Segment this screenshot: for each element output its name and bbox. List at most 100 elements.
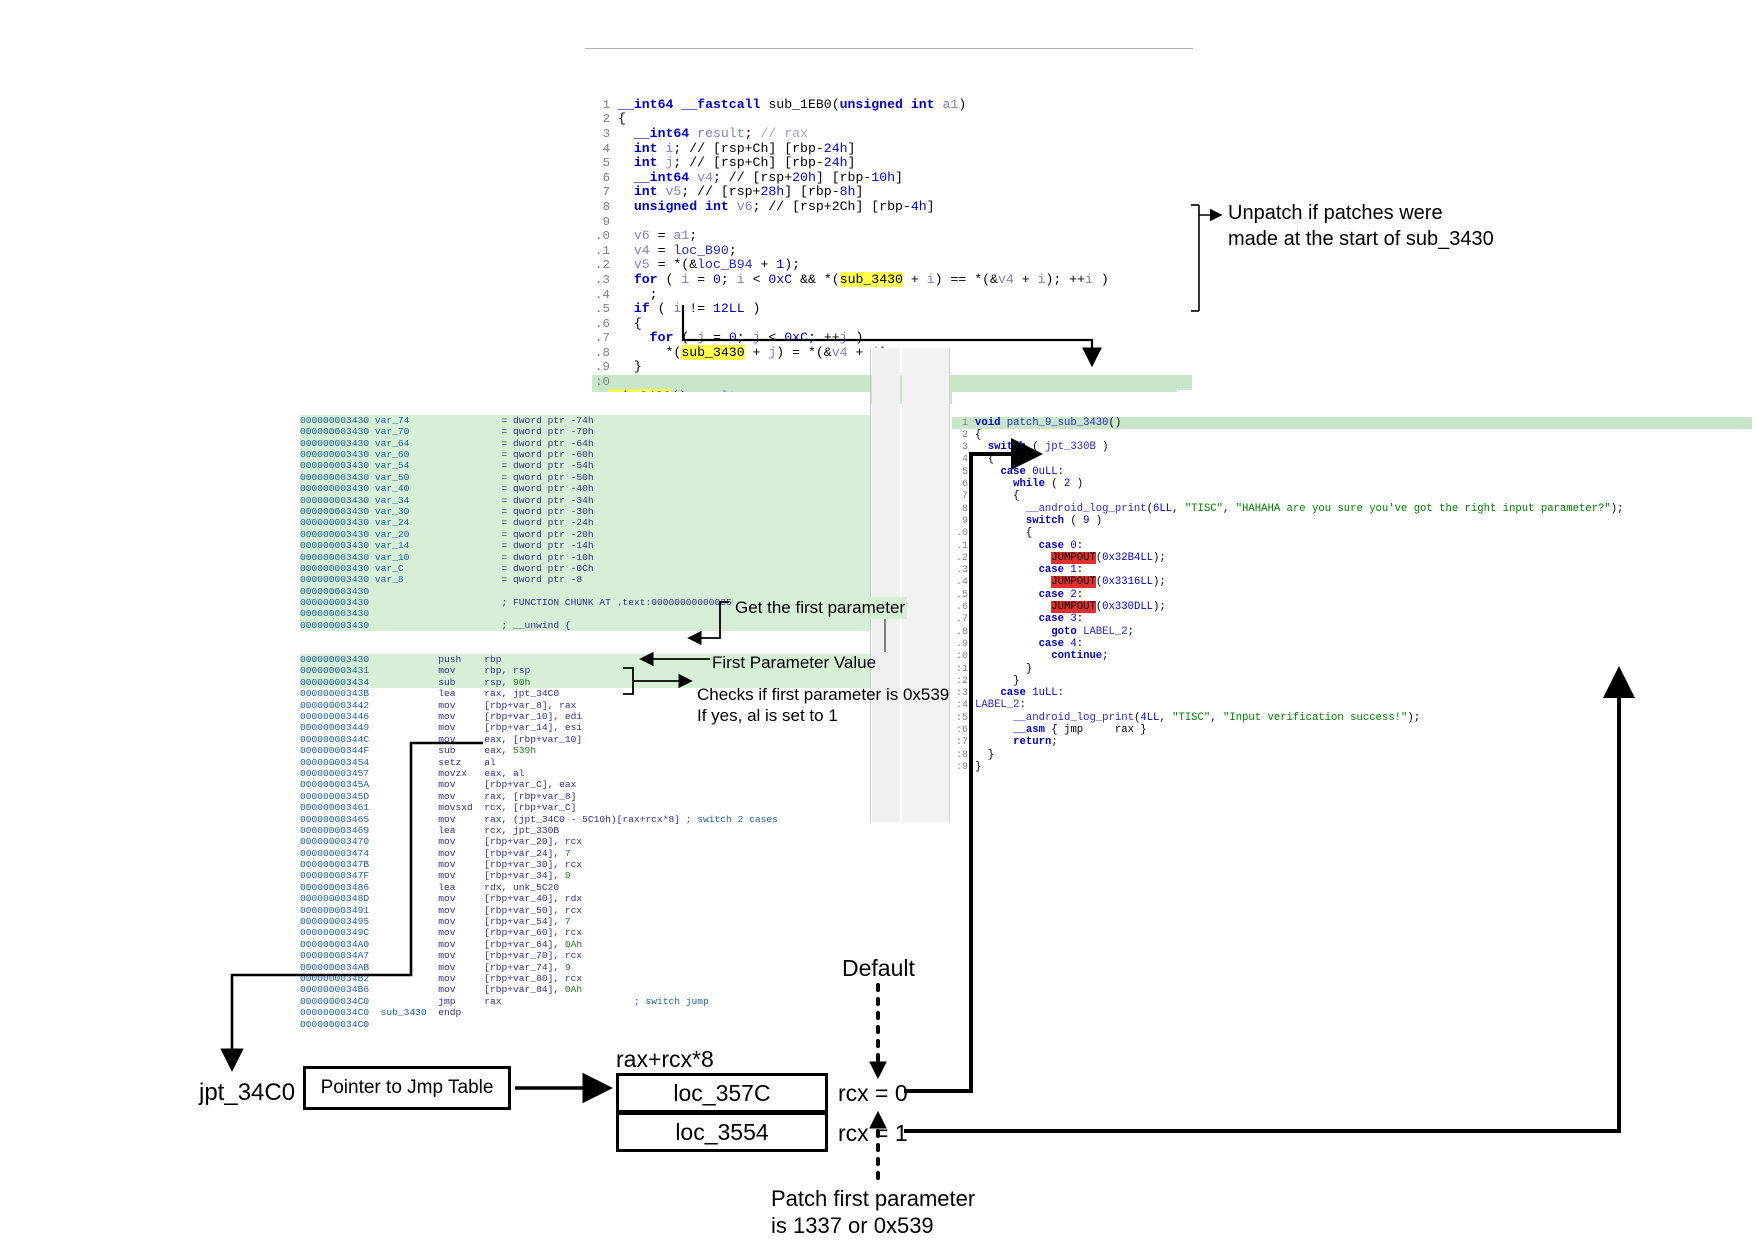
- pseudocode-line[interactable]: :3 case 1uLL:: [952, 687, 1752, 699]
- pseudocode-line[interactable]: :1 }: [952, 663, 1752, 675]
- disassembly-instruction-row[interactable]: 000000003454 setz al: [300, 757, 870, 768]
- pseudocode-line[interactable]: .7 for ( j = 0; j < 0xC; ++j ): [592, 330, 1192, 346]
- pseudocode-line[interactable]: 6 while ( 2 ): [931, 478, 1752, 490]
- disassembly-var-row[interactable]: 000000003430 var_50 = qword ptr -50h: [300, 472, 870, 483]
- disassembly-var-row[interactable]: 000000003430 ; __unwind {: [300, 620, 870, 631]
- pseudocode-line[interactable]: 9: [592, 215, 1192, 230]
- pseudocode-line[interactable]: .6 JUMPOUT(0x330DLL);: [931, 601, 1752, 614]
- disassembly-instruction-row[interactable]: 000000003461 movsxd rcx, [rbp+var_C]: [300, 802, 870, 813]
- pseudocode-panel-sub1EB0[interactable]: 1 __int64 __fastcall sub_1EB0(unsigned in…: [585, 48, 1193, 418]
- disassembly-var-row[interactable]: 000000003430 var_64 = dword ptr -64h: [300, 438, 870, 449]
- jmp-table-row-1[interactable]: loc_3554: [616, 1112, 828, 1152]
- disassembly-var-row[interactable]: 000000003430 var_74 = dword ptr -74h: [300, 415, 870, 426]
- pseudocode-line[interactable]: 2{: [592, 112, 1192, 127]
- disassembly-instruction-row[interactable]: 000000003491 mov [rbp+var_50], rcx: [300, 905, 870, 916]
- disassembly-var-row[interactable]: 000000003430 var_14 = dword ptr -14h: [300, 540, 870, 551]
- disassembly-var-row[interactable]: 000000003430 var_24 = dword ptr -24h: [300, 517, 870, 528]
- disassembly-var-row[interactable]: 000000003430 var_30 = qword ptr -30h: [300, 506, 870, 517]
- disassembly-var-row[interactable]: 000000003430 var_60 = qword ptr -60h: [300, 449, 870, 460]
- disassembly-var-row[interactable]: 000000003430 var_40 = qword ptr -40h: [300, 483, 870, 494]
- pseudocode-line[interactable]: :6 __asm { jmp rax }: [931, 724, 1752, 736]
- disassembly-instruction-row[interactable]: 0000000034AB mov [rbp+var_74], 9: [300, 962, 870, 973]
- pseudocode-line[interactable]: 5 case 0uLL:: [952, 466, 1752, 478]
- disassembly-var-row[interactable]: 000000003430 var_8 = qword ptr -8: [300, 574, 870, 585]
- disassembly-instruction-row[interactable]: 000000003486 lea rdx, unk_5C20: [300, 882, 870, 893]
- disassembly-instruction-row[interactable]: 00000000344C mov eax, [rbp+var_10]: [300, 734, 870, 745]
- address: 000000003430: [300, 597, 370, 609]
- pseudocode-line[interactable]: 8 __android_log_print(6LL, "TISC", "HAHA…: [931, 503, 1752, 515]
- disassembly-instruction-row[interactable]: 000000003465 mov rax, (jpt_34C0 - 5C10h)…: [300, 814, 870, 825]
- pseudocode-line[interactable]: :0 continue;: [931, 650, 1752, 662]
- disassembly-instruction-row[interactable]: 00000000347F mov [rbp+var_34], 9: [300, 870, 870, 881]
- pseudocode-line[interactable]: .0 {: [952, 527, 1752, 539]
- disassembly-instruction-row[interactable]: 000000003470 mov [rbp+var_20], rcx: [300, 836, 870, 847]
- pseudocode-line[interactable]: 4 {: [952, 453, 1752, 465]
- disassembly-var-row[interactable]: 000000003430: [300, 586, 870, 597]
- disassembly-var-row[interactable]: 000000003430 var_54 = dword ptr -54h: [300, 460, 870, 471]
- disassembly-var-row[interactable]: 000000003430 var_34 = dword ptr -34h: [300, 495, 870, 506]
- pseudocode-line[interactable]: .4 ;: [592, 287, 1192, 303]
- pseudocode-line[interactable]: .2 v5 = *(&loc_B94 + 1);: [592, 258, 1192, 273]
- pseudocode-line[interactable]: .2 JUMPOUT(0x32B4LL);: [931, 551, 1752, 564]
- disassembly-instruction-row[interactable]: 00000000345D mov rax, [rbp+var_8]: [300, 791, 870, 802]
- panel-top-divider: [585, 48, 1193, 49]
- pseudocode-line[interactable]: 2{: [952, 429, 1752, 441]
- pseudocode-line[interactable]: :2 }: [952, 675, 1752, 687]
- pseudocode-line[interactable]: .4 JUMPOUT(0x3316LL);: [931, 576, 1752, 589]
- line-number: 7: [602, 185, 610, 200]
- pseudocode-line[interactable]: .9 case 4:: [952, 638, 1752, 650]
- disassembly-var-row[interactable]: 000000003430 var_C = dword ptr -0Ch: [300, 563, 870, 574]
- disassembly-instruction-row[interactable]: 000000003457 movzx eax, al: [300, 768, 870, 779]
- pseudocode-line[interactable]: 1 void patch_9_sub_3430(): [952, 416, 1752, 429]
- pseudocode-line[interactable]: .1 v4 = loc_B90;: [592, 243, 1192, 259]
- pseudocode-line[interactable]: .3 for ( i = 0; i < 0xC && *(sub_3430 + …: [592, 271, 1192, 288]
- pseudocode-line[interactable]: :4 LABEL_2:: [952, 699, 1752, 711]
- pointer-to-jmp-table-box[interactable]: Pointer to Jmp Table: [303, 1066, 511, 1110]
- pseudocode-line[interactable]: .3 case 1:: [952, 564, 1752, 576]
- disassembly-instruction-row[interactable]: 00000000345A mov [rbp+var_C], eax: [300, 779, 870, 790]
- disassembly-instruction-row[interactable]: 00000000347B mov [rbp+var_30], rcx: [300, 859, 870, 870]
- pseudocode-line[interactable]: 7 int v5; // [rsp+28h] [rbp-8h]: [592, 185, 1192, 200]
- pseudocode-line[interactable]: 5 int j; // [rsp+Ch] [rbp-24h]: [592, 155, 1192, 171]
- pseudocode-line[interactable]: :5 __android_log_print(4LL, "TISC", "Inp…: [931, 712, 1752, 724]
- instruction-label: [381, 893, 439, 904]
- pseudocode-panel-patch9sub3430[interactable]: 1 void patch_9_sub_3430() 2{3 switch ( jpt…: [931, 392, 1752, 773]
- pseudocode-line[interactable]: .8 goto LABEL_2;: [931, 626, 1752, 638]
- disassembly-var-row[interactable]: 000000003430 var_70 = qword ptr -70h: [300, 426, 870, 437]
- disassembly-instruction-row[interactable]: 0000000034C0: [300, 1019, 870, 1030]
- pseudocode-line[interactable]: 3 switch ( jpt_330B ): [931, 441, 1752, 453]
- pseudocode-line[interactable]: 7 {: [952, 490, 1752, 502]
- disassembly-var-row[interactable]: 000000003430 var_20 = qword ptr -20h: [300, 529, 870, 540]
- pseudocode-line[interactable]: 8 unsigned int v6; // [rsp+2Ch] [rbp-4h]: [592, 199, 1192, 215]
- pseudocode-line[interactable]: 6 __int64 v4; // [rsp+20h] [rbp-10h]: [592, 170, 1192, 186]
- pseudocode-line[interactable]: .0 v6 = a1;: [592, 228, 1192, 244]
- line-number: .4: [595, 287, 610, 302]
- disassembly-instruction-row[interactable]: 0000000034A7 mov [rbp+var_70], rcx: [300, 950, 870, 961]
- pseudocode-line[interactable]: 1 __int64 __fastcall sub_1EB0(unsigned in…: [592, 97, 1192, 113]
- pseudocode-line[interactable]: .1 case 0:: [952, 540, 1752, 552]
- disassembly-instruction-row[interactable]: 000000003469 lea rcx, jpt_330B: [300, 825, 870, 836]
- pseudocode-line[interactable]: .6 {: [592, 316, 1192, 332]
- disassembly-instruction-row[interactable]: 0000000034C0 sub_3430 endp: [300, 1007, 870, 1018]
- disassembly-instruction-row[interactable]: 00000000348D mov [rbp+var_40], rdx: [300, 893, 870, 904]
- pseudocode-line[interactable]: :7 return;: [931, 736, 1752, 748]
- disassembly-var-row[interactable]: 000000003430 var_10 = dword ptr -10h: [300, 552, 870, 563]
- pseudocode-line[interactable]: 9 switch ( 9 ): [931, 515, 1752, 527]
- pseudocode-line[interactable]: .7 case 3:: [952, 613, 1752, 625]
- pseudocode-line[interactable]: :8 }: [952, 749, 1752, 761]
- disassembly-instruction-row[interactable]: 0000000034B6 mov [rbp+var_84], 0Ah: [300, 984, 870, 995]
- disassembly-instruction-row[interactable]: 000000003474 mov [rbp+var_24], 7: [300, 848, 870, 859]
- pseudocode-line[interactable]: 4 int i; // [rsp+Ch] [rbp-24h]: [592, 141, 1192, 157]
- jmp-table-row-0[interactable]: loc_357C: [616, 1073, 828, 1113]
- diagram-canvas: 1 __int64 __fastcall sub_1EB0(unsigned in…: [0, 0, 1756, 1240]
- pseudocode-line[interactable]: .5 if ( i != 12LL ): [592, 301, 1192, 317]
- pseudocode-line[interactable]: :9}: [931, 761, 1752, 773]
- disassembly-instruction-row[interactable]: 0000000034B2 mov [rbp+var_80], rcx: [300, 973, 870, 984]
- disassembly-instruction-row[interactable]: 0000000034C0 jmp rax ; switch jump: [300, 996, 870, 1007]
- pseudocode-line[interactable]: 3 __int64 result; // rax: [592, 126, 1192, 142]
- disassembly-instruction-row[interactable]: 00000000349C mov [rbp+var_60], rcx: [300, 927, 870, 938]
- disassembly-instruction-row[interactable]: 0000000034A0 mov [rbp+var_64], 0Ah: [300, 939, 870, 950]
- pseudocode-line[interactable]: .5 case 2:: [952, 589, 1752, 601]
- disassembly-instruction-row[interactable]: 00000000344F sub eax, 539h: [300, 745, 870, 756]
- disassembly-instruction-row[interactable]: 000000003495 mov [rbp+var_54], 7: [300, 916, 870, 927]
